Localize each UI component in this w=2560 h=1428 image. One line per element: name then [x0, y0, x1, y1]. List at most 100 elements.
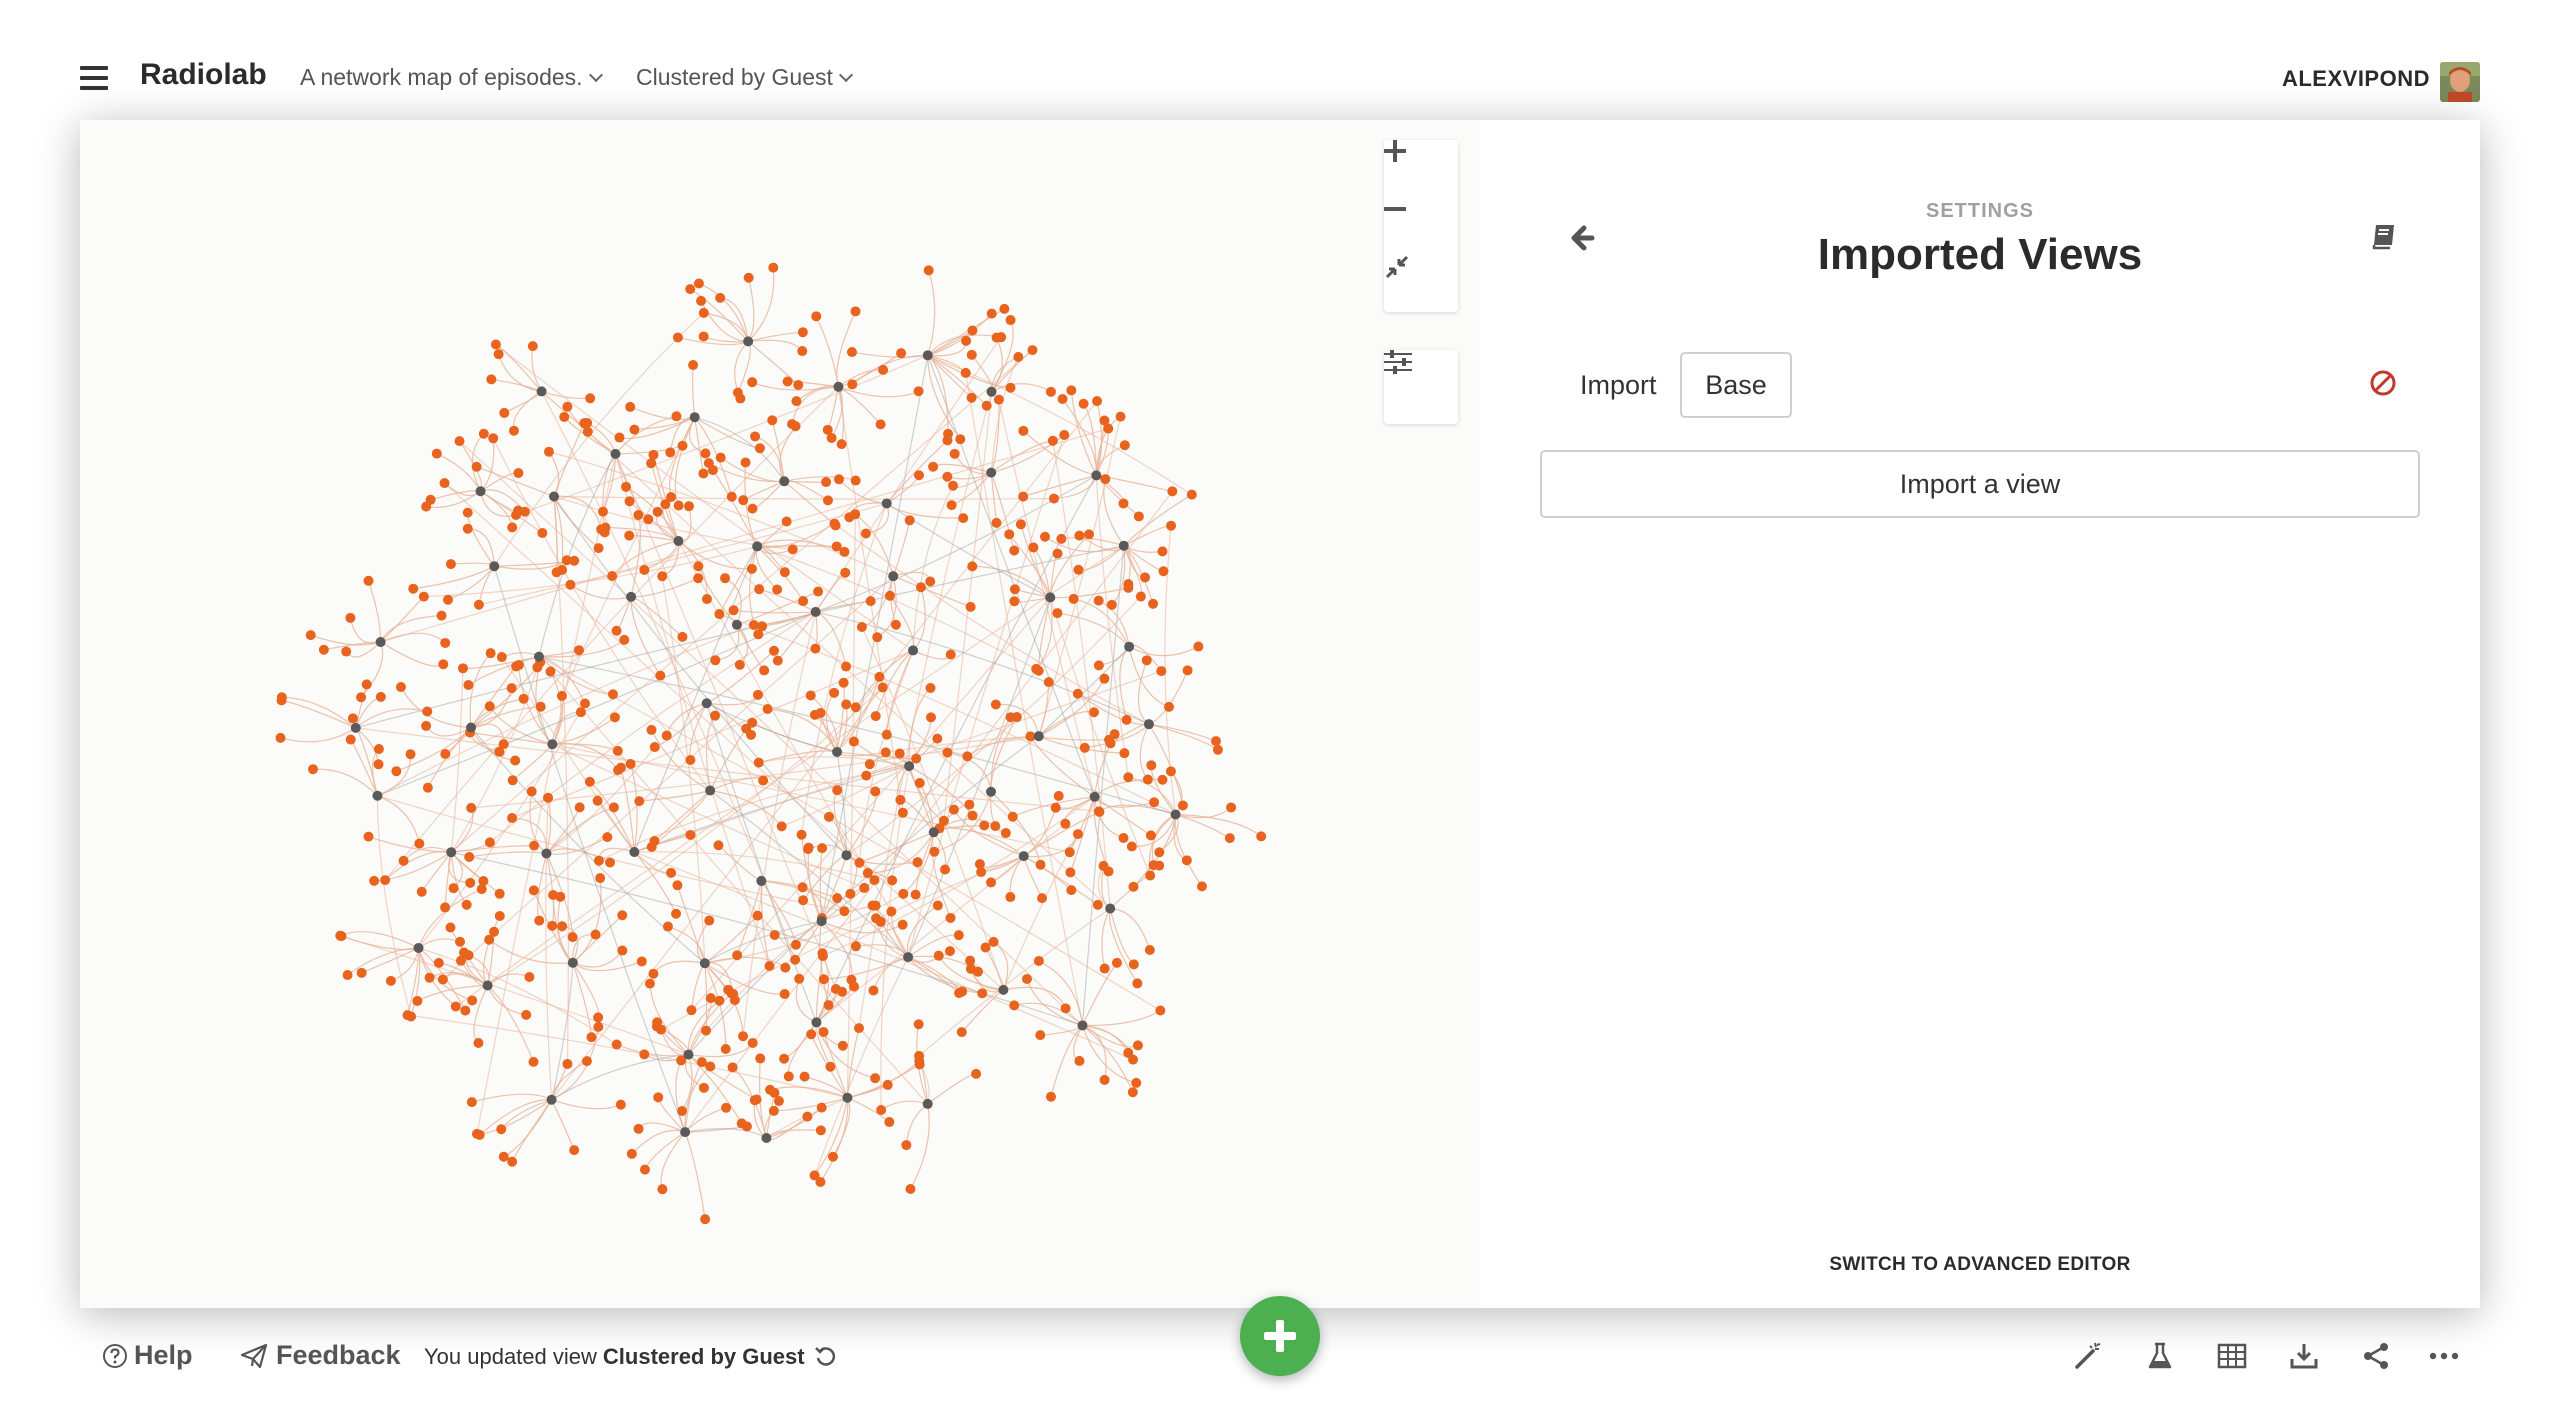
guest-node[interactable]: [1018, 851, 1029, 862]
guest-node[interactable]: [752, 541, 763, 552]
element-node[interactable]: [474, 1129, 485, 1140]
element-node[interactable]: [507, 522, 518, 533]
element-node[interactable]: [806, 1029, 817, 1040]
guest-node[interactable]: [731, 619, 742, 630]
element-node[interactable]: [625, 401, 636, 412]
element-node[interactable]: [373, 759, 384, 770]
element-node[interactable]: [1166, 520, 1177, 531]
element-node[interactable]: [624, 496, 635, 507]
guest-node[interactable]: [547, 739, 558, 750]
element-node[interactable]: [369, 875, 380, 886]
element-node[interactable]: [532, 662, 543, 673]
element-node[interactable]: [433, 957, 444, 968]
element-node[interactable]: [837, 986, 848, 997]
element-node[interactable]: [649, 835, 660, 846]
element-node[interactable]: [463, 950, 474, 961]
element-node[interactable]: [1157, 774, 1168, 785]
element-node[interactable]: [818, 1027, 829, 1038]
guest-node[interactable]: [1033, 731, 1044, 742]
element-node[interactable]: [966, 349, 977, 360]
username[interactable]: ALEXVIPOND: [2282, 66, 2430, 92]
guest-node[interactable]: [779, 476, 790, 487]
guest-node[interactable]: [811, 1017, 822, 1028]
element-node[interactable]: [543, 446, 554, 457]
guest-node[interactable]: [549, 491, 560, 502]
element-node[interactable]: [471, 461, 482, 472]
element-node[interactable]: [1089, 707, 1100, 718]
element-node[interactable]: [942, 435, 953, 446]
element-node[interactable]: [464, 851, 475, 862]
element-node[interactable]: [422, 706, 433, 717]
element-node[interactable]: [905, 1183, 916, 1194]
guest-node[interactable]: [1091, 470, 1102, 481]
element-node[interactable]: [1133, 511, 1144, 522]
element-node[interactable]: [534, 915, 545, 926]
element-node[interactable]: [898, 888, 909, 899]
element-node[interactable]: [979, 820, 990, 831]
element-node[interactable]: [607, 689, 618, 700]
element-node[interactable]: [713, 840, 724, 851]
element-node[interactable]: [1154, 847, 1165, 858]
element-node[interactable]: [721, 1102, 732, 1113]
element-node[interactable]: [1018, 491, 1029, 502]
element-node[interactable]: [574, 645, 585, 656]
element-node[interactable]: [911, 753, 922, 764]
element-node[interactable]: [528, 1056, 539, 1067]
element-node[interactable]: [457, 663, 468, 674]
element-node[interactable]: [705, 1061, 716, 1072]
element-node[interactable]: [726, 491, 737, 502]
element-node[interactable]: [508, 425, 519, 436]
element-node[interactable]: [1045, 386, 1056, 397]
labs-button[interactable]: [2142, 1338, 2178, 1374]
element-node[interactable]: [652, 1017, 663, 1028]
element-node[interactable]: [914, 1056, 925, 1067]
element-node[interactable]: [473, 1037, 484, 1048]
element-node[interactable]: [454, 436, 465, 447]
element-node[interactable]: [798, 596, 809, 607]
element-node[interactable]: [609, 712, 620, 723]
zoom-in-button[interactable]: [1384, 140, 1458, 196]
element-node[interactable]: [1065, 867, 1076, 878]
element-node[interactable]: [626, 1148, 637, 1159]
element-node[interactable]: [991, 517, 1002, 528]
element-node[interactable]: [715, 452, 726, 463]
element-node[interactable]: [608, 802, 619, 813]
element-node[interactable]: [1064, 847, 1075, 858]
element-node[interactable]: [1004, 529, 1015, 540]
element-node[interactable]: [901, 1140, 912, 1151]
element-node[interactable]: [484, 701, 495, 712]
element-node[interactable]: [1142, 774, 1153, 785]
element-node[interactable]: [949, 448, 960, 459]
element-node[interactable]: [431, 448, 442, 459]
element-node[interactable]: [405, 749, 416, 760]
share-button[interactable]: [2358, 1338, 2394, 1374]
element-node[interactable]: [613, 765, 624, 776]
element-node[interactable]: [356, 967, 367, 978]
element-node[interactable]: [747, 377, 758, 388]
element-node[interactable]: [276, 695, 287, 706]
element-node[interactable]: [977, 988, 988, 999]
add-element-button[interactable]: [1240, 1296, 1320, 1376]
element-node[interactable]: [646, 724, 657, 735]
element-node[interactable]: [966, 392, 977, 403]
element-node[interactable]: [967, 561, 978, 572]
element-node[interactable]: [942, 471, 953, 482]
element-node[interactable]: [832, 893, 843, 904]
element-node[interactable]: [465, 877, 476, 888]
element-node[interactable]: [486, 374, 497, 385]
element-node[interactable]: [740, 457, 751, 468]
element-node[interactable]: [817, 951, 828, 962]
element-node[interactable]: [590, 929, 601, 940]
element-node[interactable]: [1009, 545, 1020, 556]
element-node[interactable]: [850, 702, 861, 713]
element-node[interactable]: [644, 978, 655, 989]
element-node[interactable]: [1057, 393, 1068, 404]
element-node[interactable]: [373, 744, 384, 755]
element-node[interactable]: [865, 596, 876, 607]
element-node[interactable]: [764, 961, 775, 972]
element-node[interactable]: [1105, 738, 1116, 749]
guest-node[interactable]: [1077, 1020, 1088, 1031]
element-node[interactable]: [874, 671, 885, 682]
element-node[interactable]: [506, 683, 517, 694]
element-node[interactable]: [662, 921, 673, 932]
